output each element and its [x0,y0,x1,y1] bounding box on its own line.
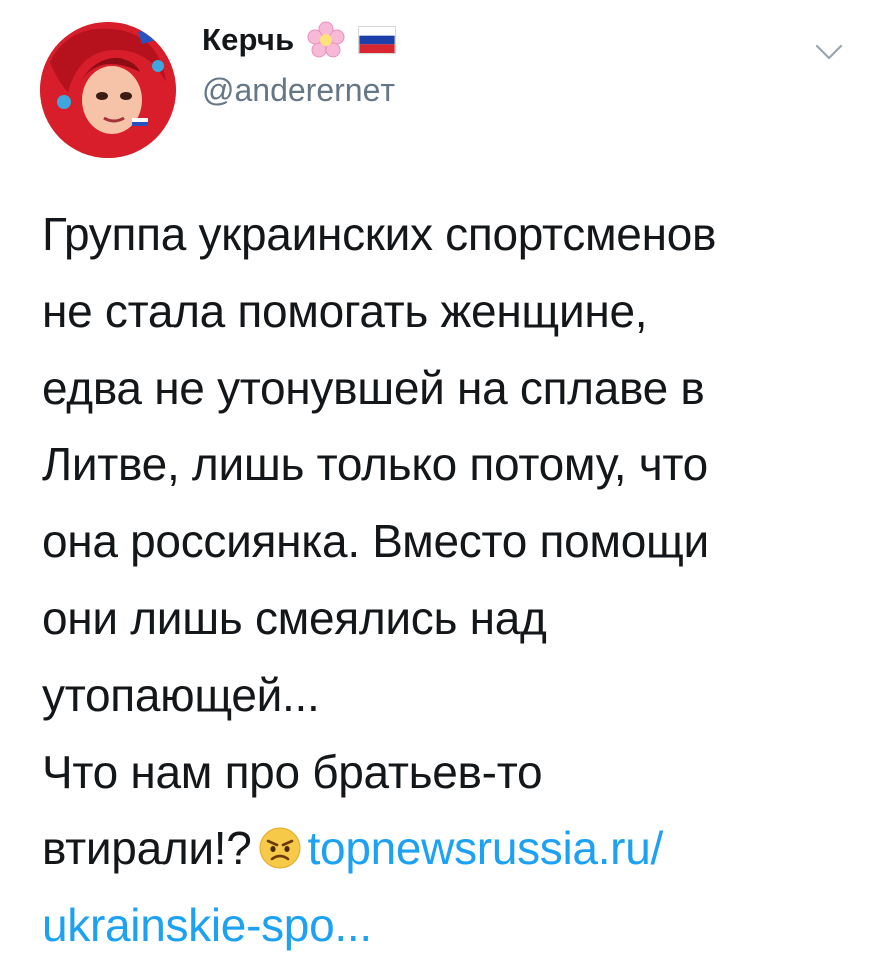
tweet-line: Литве, лишь только потому, что [42,438,708,491]
tweet-line: она россиянка. Вместо помощи [42,515,709,568]
avatar-image [40,22,176,158]
author-name-row[interactable]: Керчь [202,20,397,60]
russian-flag-icon [358,26,397,54]
article-link-continued[interactable]: ukrainskie-spo... [42,899,372,951]
tweet-line-text: втирали!? [42,822,252,875]
avatar[interactable] [40,22,176,158]
article-link[interactable]: topnewsrussia.ru/ [308,822,664,874]
tweet-card: Керчь @andererneт Группа украинских спор… [0,0,884,960]
chevron-down-icon[interactable] [812,40,846,64]
tweet-line: Что нам про братьев-то [42,745,543,798]
tweet-line: они лишь смеялись над [42,591,547,644]
tweet-line: Группа украинских спортсменов [42,208,717,260]
author-name[interactable]: Керчь [202,22,294,58]
author-handle[interactable]: @andererneт [202,72,395,109]
angry-face-emoji [259,827,301,869]
tweet-line: едва не утонувшей на сплаве в [42,361,705,414]
tweet-line-with-link: втирали!? topnewsrussia.ru/ [42,810,862,887]
tweet-line: утопающей... [42,668,320,721]
tweet-line: не стала помогать женщине, [42,284,648,337]
tweet-text: Группа украинских спортсменов не стала п… [42,196,862,964]
flower-icon [307,21,345,58]
tweet-line-link-continued: ukrainskie-spo... [42,887,862,964]
